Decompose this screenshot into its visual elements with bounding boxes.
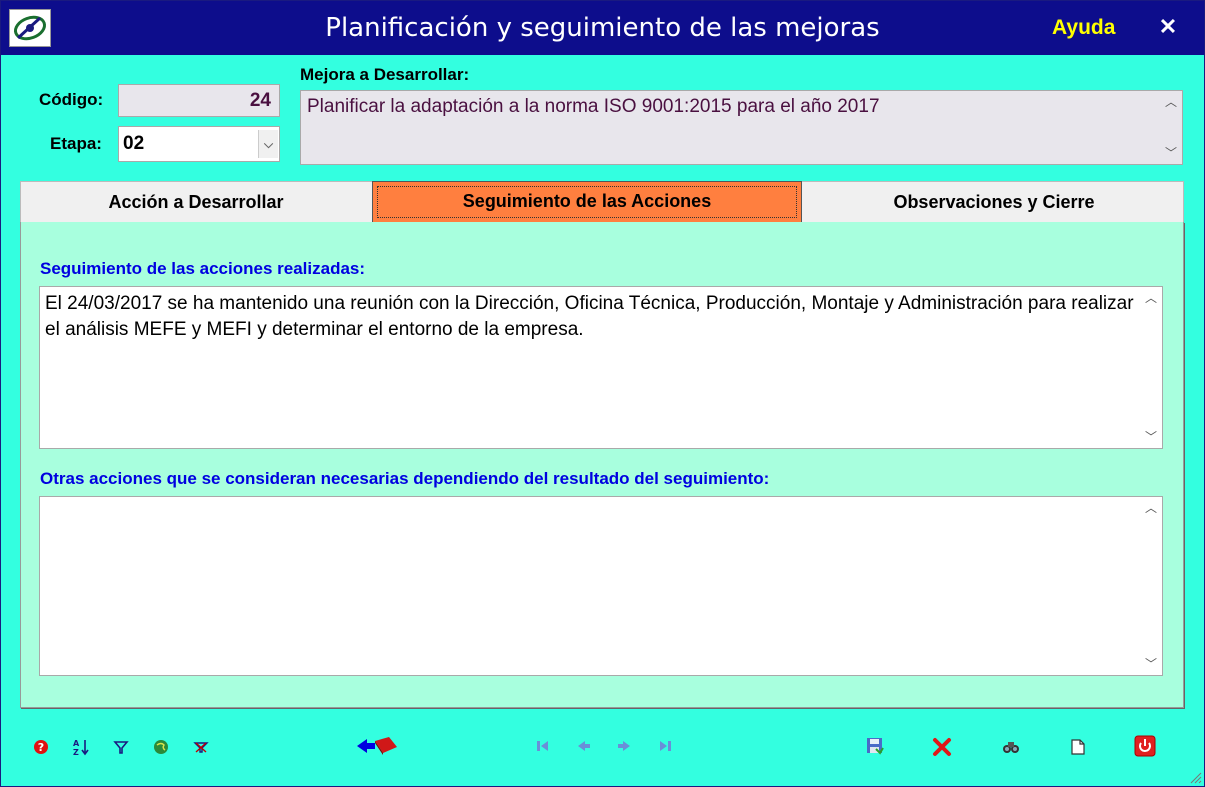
help-icon[interactable]: ? bbox=[31, 737, 51, 757]
tab-observaciones-y-cierre[interactable]: Observaciones y Cierre bbox=[804, 182, 1184, 223]
scroll-up-icon[interactable]: ︿ bbox=[1141, 288, 1161, 308]
svg-text:Z: Z bbox=[73, 748, 79, 756]
window-title: Planificación y seguimiento de las mejor… bbox=[325, 13, 880, 43]
main-window: Planificación y seguimiento de las mejor… bbox=[0, 0, 1205, 787]
mejora-label: Mejora a Desarrollar: bbox=[300, 65, 470, 84]
tab-accion-a-desarrollar[interactable]: Acción a Desarrollar bbox=[21, 182, 371, 223]
new-record-icon[interactable] bbox=[1068, 737, 1088, 757]
search-icon[interactable] bbox=[1001, 737, 1021, 757]
close-button[interactable]: ✕ bbox=[1156, 15, 1180, 39]
next-record-icon[interactable] bbox=[614, 736, 634, 756]
seguimiento-text: El 24/03/2017 se ha mantenido una reunió… bbox=[45, 293, 1134, 340]
otras-acciones-textarea[interactable]: ︿ ﹀ bbox=[39, 496, 1163, 676]
tab-strip: Acción a Desarrollar Seguimiento de las … bbox=[20, 181, 1184, 223]
tab-panel: Seguimiento de las acciones realizadas: … bbox=[20, 222, 1184, 708]
svg-text:?: ? bbox=[38, 741, 44, 754]
codigo-label: Código: bbox=[39, 90, 104, 109]
exit-icon[interactable] bbox=[1134, 735, 1156, 757]
scroll-down-icon[interactable]: ﹀ bbox=[1161, 143, 1181, 163]
previous-record-icon[interactable] bbox=[574, 736, 594, 756]
globe-icon[interactable] bbox=[151, 737, 171, 757]
help-link[interactable]: Ayuda bbox=[1052, 16, 1115, 40]
last-record-icon[interactable] bbox=[654, 736, 674, 756]
scroll-down-icon[interactable]: ﹀ bbox=[1141, 427, 1161, 447]
delete-icon[interactable] bbox=[931, 736, 953, 758]
scroll-down-icon[interactable]: ﹀ bbox=[1141, 654, 1161, 674]
chevron-down-icon[interactable]: ⌵ bbox=[258, 130, 278, 158]
svg-text:A: A bbox=[73, 739, 80, 748]
seguimiento-label: Seguimiento de las acciones realizadas: bbox=[40, 259, 366, 278]
clear-filter-icon[interactable] bbox=[191, 737, 211, 757]
scroll-up-icon[interactable]: ︿ bbox=[1161, 92, 1181, 112]
sort-icon[interactable]: AZ bbox=[71, 737, 91, 757]
etapa-label: Etapa: bbox=[50, 134, 102, 153]
seguimiento-scrollbar[interactable]: ︿ ﹀ bbox=[1141, 288, 1161, 447]
focus-rect bbox=[377, 186, 797, 218]
otras-acciones-scrollbar[interactable]: ︿ ﹀ bbox=[1141, 498, 1161, 674]
mejora-value: Planificar la adaptación a la norma ISO … bbox=[307, 96, 880, 117]
first-record-icon[interactable] bbox=[534, 736, 554, 756]
save-icon[interactable] bbox=[865, 736, 885, 756]
title-bar: Planificación y seguimiento de las mejor… bbox=[1, 1, 1204, 55]
mejora-field[interactable]: Planificar la adaptación a la norma ISO … bbox=[300, 90, 1183, 165]
filter-icon[interactable] bbox=[111, 737, 131, 757]
etapa-value: 02 bbox=[123, 133, 145, 154]
tab-seguimiento-de-las-acciones[interactable]: Seguimiento de las Acciones bbox=[372, 181, 802, 223]
otras-acciones-label: Otras acciones que se consideran necesar… bbox=[40, 469, 770, 488]
codigo-field[interactable]: 24 bbox=[118, 84, 280, 117]
seguimiento-textarea[interactable]: El 24/03/2017 se ha mantenido una reunió… bbox=[39, 286, 1163, 449]
mejora-scrollbar[interactable]: ︿ ﹀ bbox=[1161, 92, 1181, 163]
etapa-select[interactable]: 02 ⌵ bbox=[118, 126, 280, 162]
back-to-book-icon[interactable] bbox=[355, 734, 399, 758]
scroll-up-icon[interactable]: ︿ bbox=[1141, 498, 1161, 518]
resize-grip-icon[interactable] bbox=[1188, 770, 1202, 784]
